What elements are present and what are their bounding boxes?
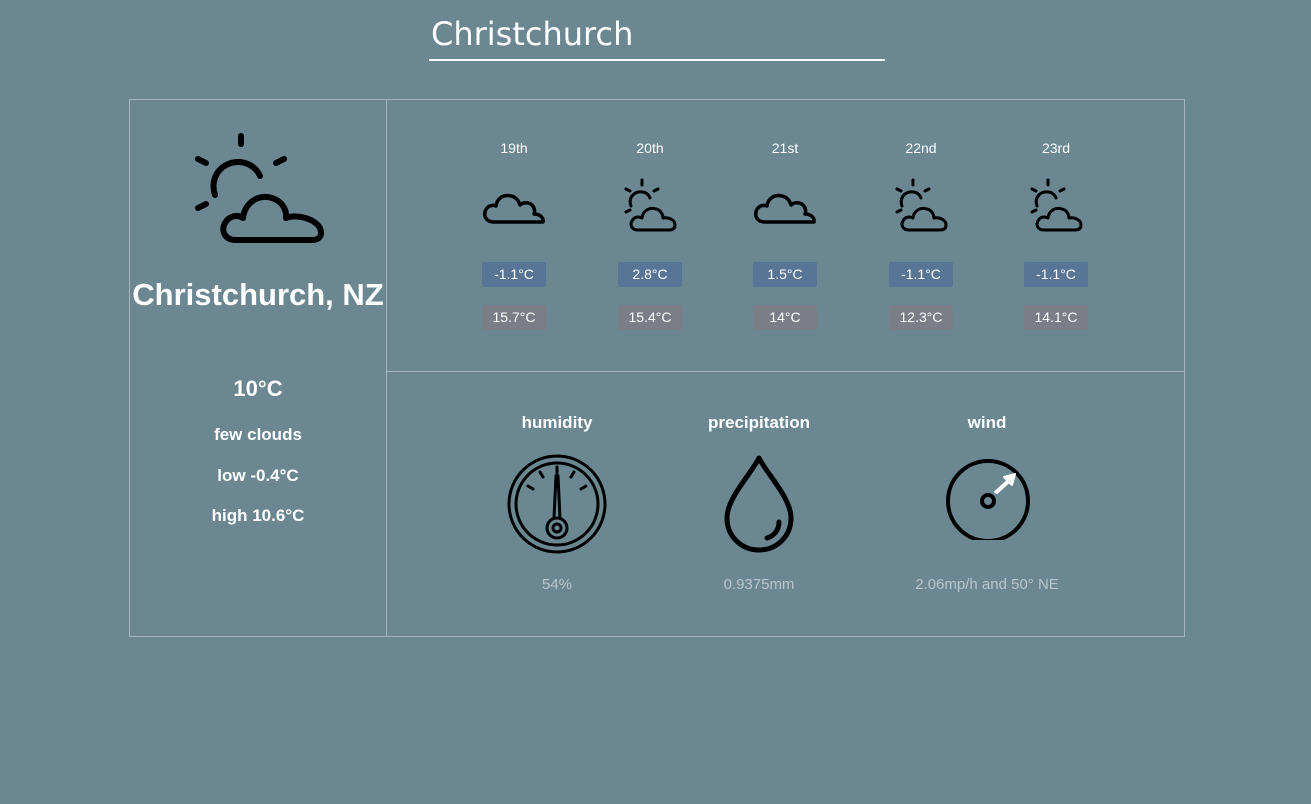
- partly-cloudy-icon: [618, 176, 682, 236]
- forecast-high-badge: 15.4°C: [618, 305, 682, 330]
- forecast-date: 22nd: [905, 140, 937, 156]
- humidity-value: 54%: [541, 576, 573, 593]
- forecast-date: 20th: [636, 140, 664, 156]
- precipitation-value: 0.9375mm: [723, 576, 795, 593]
- compass-icon: [946, 459, 1030, 540]
- forecast-day: 22nd -1.1°C 12.3°C: [886, 100, 956, 371]
- forecast-date: 19th: [500, 140, 528, 156]
- city-search-input[interactable]: [429, 14, 885, 61]
- droplet-icon: [724, 455, 794, 553]
- partly-cloudy-icon: [1024, 176, 1088, 236]
- current-temperature: 10°C: [233, 376, 283, 401]
- cloud-icon: [482, 176, 546, 236]
- forecast-day: 19th -1.1°C 15.7°C: [479, 100, 549, 371]
- forecast-high-badge: 15.7°C: [482, 305, 546, 330]
- forecast-low-badge: 1.5°C: [753, 262, 817, 287]
- forecast-high-badge: 14°C: [753, 305, 817, 330]
- forecast-low-badge: -1.1°C: [482, 262, 546, 287]
- forecast-day: 23rd -1.1°C 14.1°C: [1021, 100, 1091, 371]
- forecast-panel: 19th -1.1°C 15.7°C 20th 2.8°C 15.4°C 21s…: [387, 100, 1184, 372]
- forecast-low-badge: 2.8°C: [618, 262, 682, 287]
- forecast-low-badge: -1.1°C: [1024, 262, 1088, 287]
- wind-value: 2.06mp/h and 50° NE: [915, 576, 1059, 593]
- low-temperature: low -0.4°C: [217, 466, 299, 485]
- weather-card: Christchurch, NZ 10°C few clouds low -0.…: [129, 99, 1185, 637]
- search-bar[interactable]: [429, 14, 885, 61]
- wind-title: wind: [967, 413, 1007, 432]
- forecast-day: 21st 1.5°C 14°C: [750, 100, 820, 371]
- forecast-date: 23rd: [1041, 140, 1071, 156]
- cloud-icon: [753, 176, 817, 236]
- current-weather-panel: Christchurch, NZ 10°C few clouds low -0.…: [130, 100, 387, 636]
- forecast-low-badge: -1.1°C: [889, 262, 953, 287]
- partly-cloudy-icon: [889, 176, 953, 236]
- city-name: Christchurch, NZ: [132, 277, 384, 312]
- precipitation-title: precipitation: [707, 413, 810, 432]
- forecast-high-badge: 12.3°C: [889, 305, 953, 330]
- weather-description: few clouds: [214, 425, 302, 444]
- humidity-title: humidity: [521, 413, 593, 432]
- partly-cloudy-icon: [195, 133, 324, 243]
- forecast-date: 21st: [771, 140, 799, 156]
- forecast-high-badge: 14.1°C: [1024, 305, 1088, 330]
- gauge-icon: [507, 454, 607, 554]
- details-panel: humidity 54% precipitation 0.9375mm wind…: [387, 372, 1184, 636]
- forecast-day: 20th 2.8°C 15.4°C: [615, 100, 685, 371]
- high-temperature: high 10.6°C: [211, 506, 305, 525]
